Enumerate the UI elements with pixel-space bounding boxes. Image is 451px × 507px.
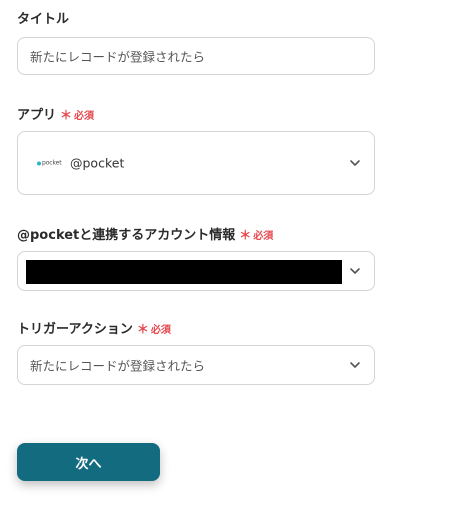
required-badge: ＊必須 <box>239 228 274 242</box>
next-button[interactable]: 次へ <box>17 443 160 481</box>
pocket-logo-icon: pocket <box>37 160 62 167</box>
required-text: 必須 <box>74 111 95 122</box>
trigger-label: トリガーアクション＊必須 <box>17 321 171 339</box>
trigger-select[interactable]: 新たにレコードが登録されたら <box>17 345 375 385</box>
title-label: タイトル <box>17 12 69 28</box>
required-text: 必須 <box>150 325 171 336</box>
trigger-label-text: トリガーアクション <box>17 322 133 337</box>
asterisk-icon: ＊ <box>60 108 73 122</box>
title-label-text: タイトル <box>17 12 70 27</box>
chevron-down-icon <box>348 156 362 170</box>
app-label-text: アプリ <box>17 108 57 123</box>
account-select[interactable] <box>17 251 375 291</box>
app-select-value: @pocket <box>70 155 125 171</box>
chevron-down-icon <box>348 358 362 372</box>
title-input-value: 新たにレコードが登録されたら <box>30 49 206 65</box>
trigger-select-value: 新たにレコードが登録されたら <box>30 358 206 374</box>
required-badge: ＊必須 <box>136 322 171 336</box>
required-text: 必須 <box>253 231 274 242</box>
chevron-down-icon <box>348 264 362 278</box>
account-label: @pocketと連携するアカウント情報＊必須 <box>17 227 273 245</box>
asterisk-icon: ＊ <box>239 228 252 242</box>
app-select[interactable]: pocket @pocket <box>17 131 375 195</box>
asterisk-icon: ＊ <box>136 322 149 336</box>
account-label-text: @pocketと連携するアカウント情報 <box>17 228 236 243</box>
app-label: アプリ＊必須 <box>17 107 94 125</box>
title-input[interactable]: 新たにレコードが登録されたら <box>17 37 375 75</box>
redacted-account-value <box>26 260 342 284</box>
required-badge: ＊必須 <box>60 108 95 122</box>
